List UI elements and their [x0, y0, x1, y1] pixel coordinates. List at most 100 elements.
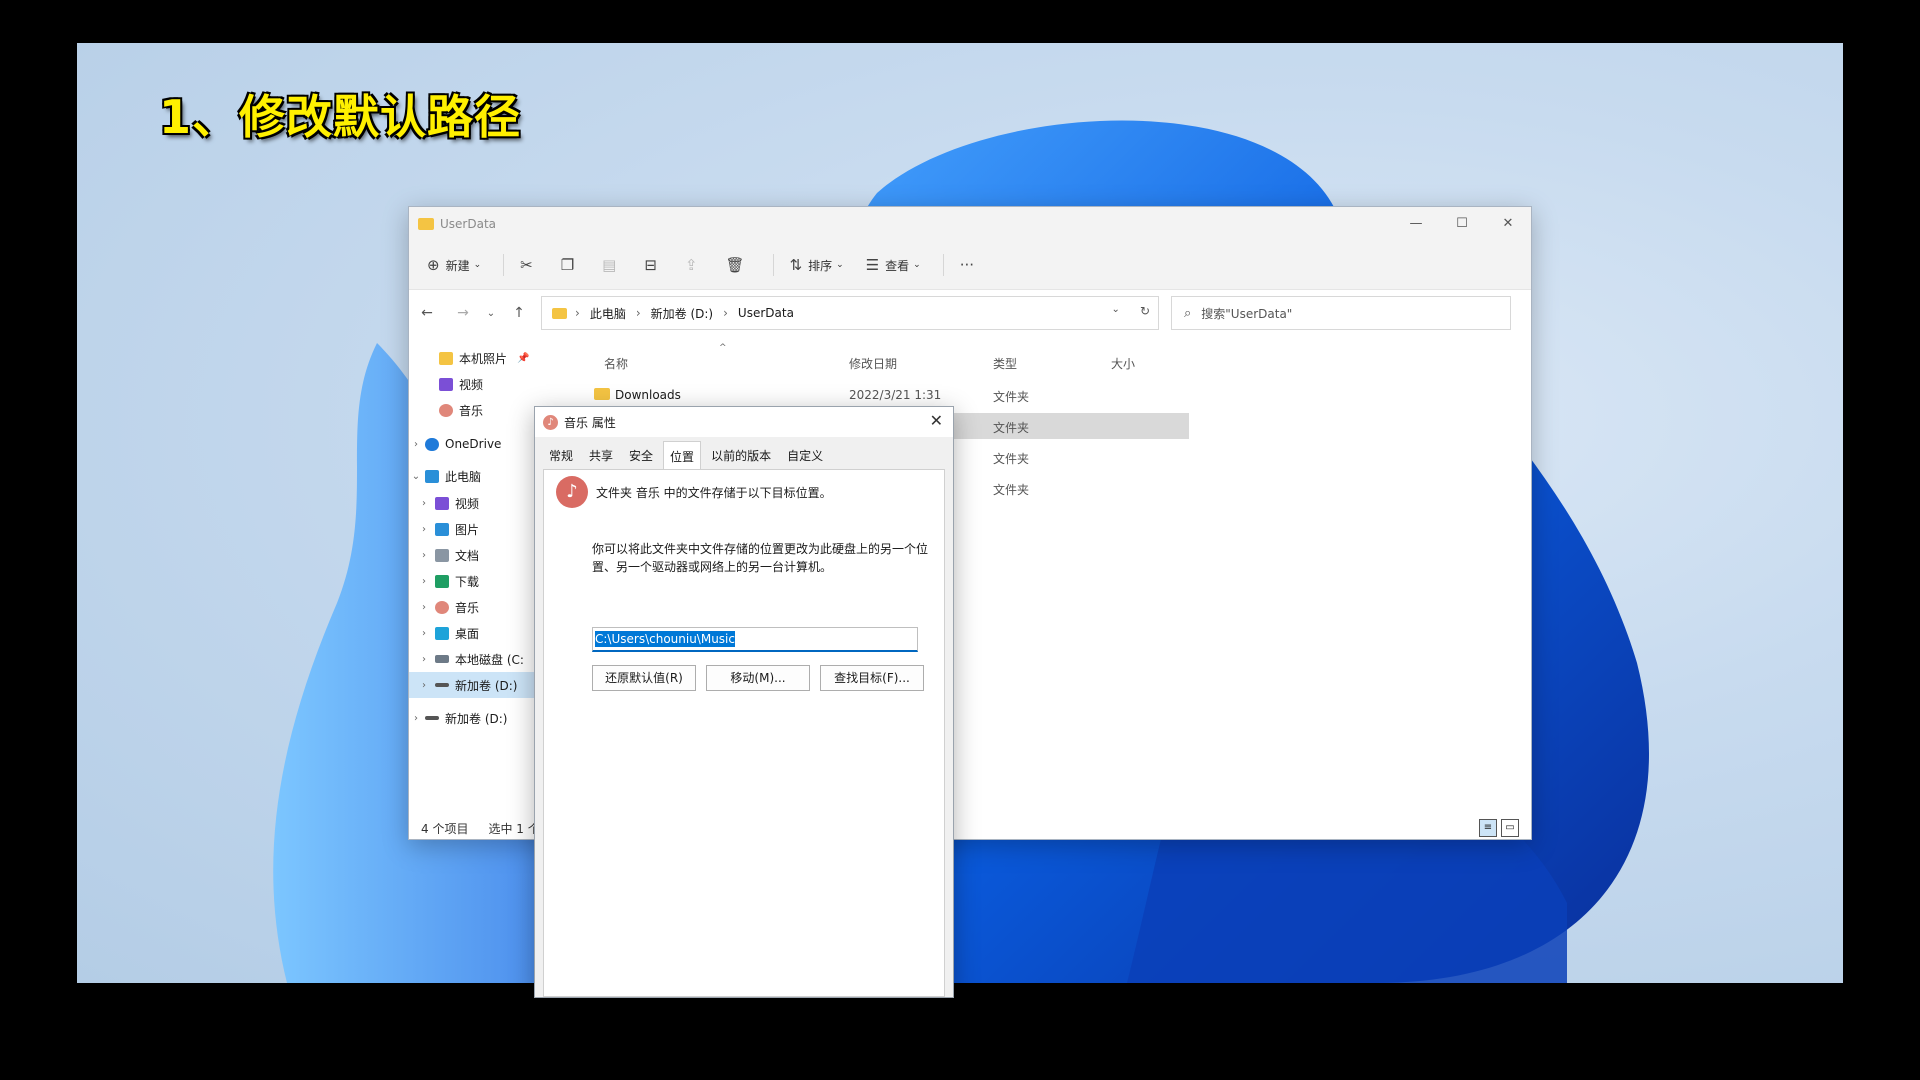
recent-locations-button[interactable]: ⌄ [481, 308, 501, 319]
close-icon[interactable]: ✕ [930, 411, 943, 430]
chevron-right-icon[interactable]: › [417, 550, 431, 561]
sidebar-item-music[interactable]: › 音乐 [409, 594, 549, 620]
tab-customize[interactable]: 自定义 [781, 443, 829, 469]
new-button[interactable]: ⊕ 新建 ⌄ [427, 256, 481, 274]
location-buttons: 还原默认值(R) 移动(M)... 查找目标(F)... [592, 665, 924, 691]
chevron-right-icon[interactable]: › [409, 713, 423, 724]
sort-icon: ⇅ [789, 256, 803, 274]
music-icon [435, 600, 449, 614]
cut-button[interactable]: ✂ [520, 256, 539, 274]
sidebar-item-onedrive[interactable]: › OneDrive [409, 431, 549, 457]
breadcrumb-userdata[interactable]: UserData [738, 306, 794, 320]
sidebar-item-documents[interactable]: › 文档 [409, 542, 549, 568]
table-row[interactable]: Downloads 2022/3/21 1:31 文件夹 [569, 382, 1189, 408]
music-icon: ♪ [543, 414, 558, 430]
chevron-down-icon[interactable]: ⌄ [409, 471, 423, 482]
back-button[interactable]: ← [409, 305, 445, 321]
address-bar[interactable]: › 此电脑 › 新加卷 (D:) › UserData ⌄ ↻ [541, 296, 1159, 330]
sidebar-item-this-pc[interactable]: ⌄ 此电脑 [409, 463, 549, 489]
folder-icon [418, 218, 434, 230]
ellipsis-icon: ··· [959, 256, 975, 274]
sidebar-item-photos[interactable]: 本机照片 📌 [409, 345, 549, 371]
copy-button[interactable]: ❐ [561, 256, 580, 274]
column-header-date[interactable]: 修改日期 [849, 355, 897, 372]
chevron-right-icon[interactable]: › [417, 602, 431, 613]
move-button[interactable]: 移动(M)... [706, 665, 810, 691]
column-header-type[interactable]: 类型 [993, 355, 1017, 372]
rename-button[interactable]: ⊟ [644, 256, 663, 274]
chevron-right-icon[interactable]: › [417, 524, 431, 535]
document-icon [435, 548, 449, 562]
breadcrumb-this-pc[interactable]: 此电脑 [590, 305, 626, 322]
tiles-view-icon[interactable]: ▭ [1501, 819, 1519, 837]
chevron-right-icon[interactable]: › [417, 498, 431, 509]
details-view-icon[interactable]: ≡ [1479, 819, 1497, 837]
delete-button[interactable]: 🗑 [726, 256, 751, 274]
up-button[interactable]: ↑ [501, 305, 537, 321]
restore-default-button[interactable]: 还原默认值(R) [592, 665, 696, 691]
navigation-pane: 本机照片 📌 视频 音乐 › OneDrive ⌄ 此电脑 › 视频 › 图片 › 文档 ›… [409, 345, 549, 839]
forward-button[interactable]: → [445, 305, 481, 321]
dialog-titlebar[interactable]: ♪ 音乐 属性 ✕ [535, 407, 953, 437]
chevron-right-icon[interactable]: › [417, 628, 431, 639]
sidebar-item-pictures[interactable]: › 图片 [409, 516, 549, 542]
view-button[interactable]: ☰ 查看 ⌄ [866, 256, 921, 274]
column-header-size[interactable]: 大小 [1111, 355, 1135, 372]
maximize-button[interactable]: ☐ [1439, 207, 1485, 241]
sidebar-item-drive-d[interactable]: › 新加卷 (D:) [409, 672, 549, 698]
explorer-titlebar[interactable]: UserData — ☐ ✕ [409, 207, 1531, 241]
address-row: ← → ⌄ ↑ › 此电脑 › 新加卷 (D:) › UserData ⌄ ↻ … [409, 290, 1531, 336]
path-selected-text: C:\Users\chouniu\Music [595, 631, 735, 647]
paste-button[interactable]: ▤ [602, 256, 622, 274]
drive-icon [435, 683, 449, 687]
sidebar-item-music-quick[interactable]: 音乐 [409, 397, 549, 423]
tab-location[interactable]: 位置 [663, 441, 702, 469]
share-button[interactable]: ⇪ [685, 256, 704, 274]
selected-count: 选中 1 个 [488, 822, 540, 836]
chevron-right-icon[interactable]: › [417, 680, 431, 691]
column-header-name[interactable]: 名称 [604, 355, 628, 372]
chevron-right-icon[interactable]: › [417, 654, 431, 665]
more-options-button[interactable]: ··· [960, 256, 980, 274]
chevron-right-icon[interactable]: › [417, 576, 431, 587]
search-box[interactable]: ⌕ 搜索"UserData" [1171, 296, 1511, 330]
toolbar-divider [503, 254, 505, 276]
location-message: ♪ 文件夹 音乐 中的文件存储于以下目标位置。 [556, 476, 832, 508]
sidebar-item-desktop[interactable]: › 桌面 [409, 620, 549, 646]
address-dropdown-icon[interactable]: ⌄ [1112, 304, 1120, 318]
minimize-button[interactable]: — [1393, 207, 1439, 241]
tab-previous-versions[interactable]: 以前的版本 [705, 443, 777, 469]
breadcrumb-drive-d[interactable]: 新加卷 (D:) [651, 305, 713, 322]
sort-button[interactable]: ⇅ 排序 ⌄ [790, 256, 844, 274]
picture-icon [435, 522, 449, 536]
search-placeholder: 搜索"UserData" [1201, 306, 1293, 321]
breadcrumb-chevron-icon: › [575, 306, 580, 320]
window-title: UserData [440, 217, 497, 231]
plus-circle-icon: ⊕ [427, 256, 440, 274]
dialog-tabs: 常规 共享 安全 位置 以前的版本 自定义 [543, 441, 953, 469]
computer-icon [425, 469, 439, 483]
sidebar-item-videos[interactable]: › 视频 [409, 490, 549, 516]
desktop-icon [435, 626, 449, 640]
sidebar-item-downloads[interactable]: › 下载 [409, 568, 549, 594]
status-bar: 4 个项目 选中 1 个 [421, 820, 540, 837]
tab-general[interactable]: 常规 [543, 443, 579, 469]
pin-icon: 📌 [517, 352, 530, 364]
scissors-icon: ✂ [520, 256, 533, 274]
refresh-icon[interactable]: ↻ [1140, 304, 1150, 318]
sidebar-item-drive-d-network[interactable]: › 新加卷 (D:) [409, 705, 549, 731]
sidebar-item-local-disk-c[interactable]: › 本地磁盘 (C: [409, 646, 549, 672]
find-target-button[interactable]: 查找目标(F)... [820, 665, 924, 691]
search-icon: ⌕ [1184, 305, 1192, 321]
location-path-input[interactable]: C:\Users\chouniu\Music [592, 627, 918, 652]
location-tab-panel: ♪ 文件夹 音乐 中的文件存储于以下目标位置。 你可以将此文件夹中文件存储的位置… [543, 469, 945, 997]
chevron-right-icon[interactable]: › [409, 439, 423, 450]
sidebar-item-videos-quick[interactable]: 视频 [409, 371, 549, 397]
tab-sharing[interactable]: 共享 [583, 443, 619, 469]
music-icon: ♪ [556, 476, 588, 508]
drive-icon [425, 716, 439, 720]
video-icon [439, 377, 453, 391]
close-button[interactable]: ✕ [1485, 207, 1531, 241]
folder-icon [552, 307, 567, 319]
tab-security[interactable]: 安全 [623, 443, 659, 469]
